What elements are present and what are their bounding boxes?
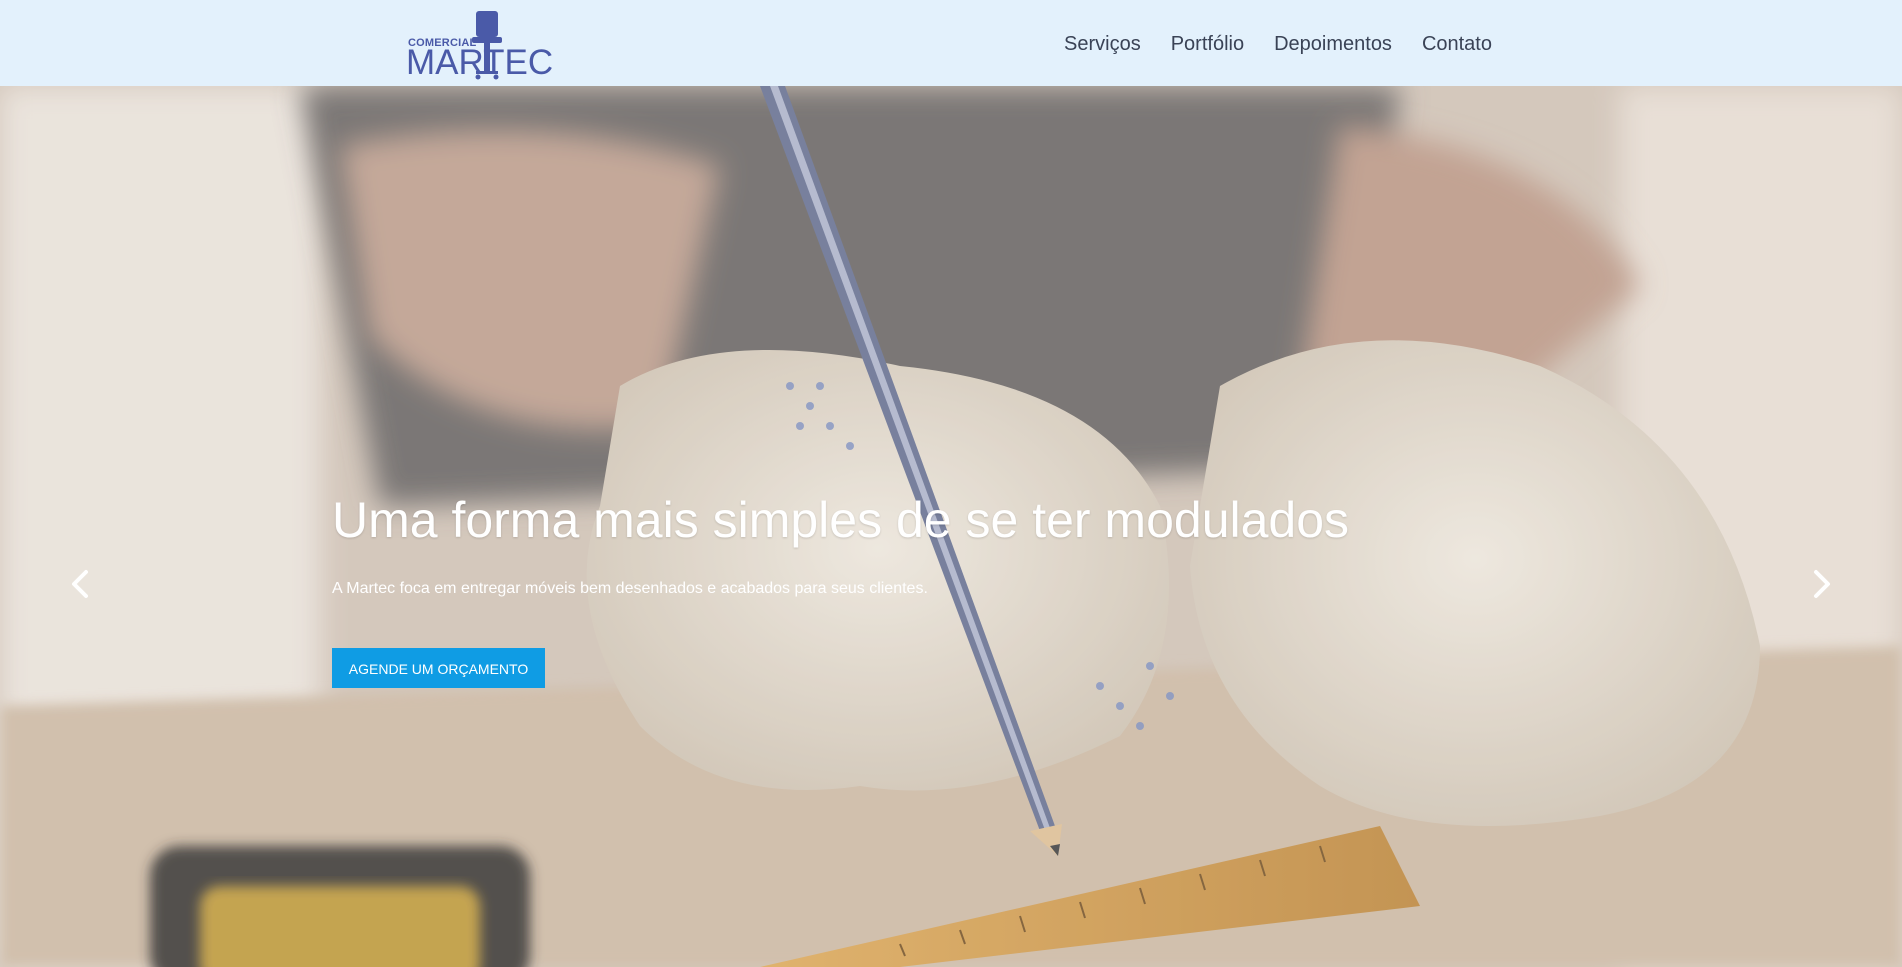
nav-link-servicos[interactable]: Serviços bbox=[1064, 30, 1141, 58]
chevron-left-icon bbox=[72, 570, 88, 598]
site-header: COMERCIAL MARTEC Serviços Portfólio Depo… bbox=[0, 0, 1902, 86]
schedule-quote-button[interactable]: AGENDE UM ORÇAMENTO bbox=[332, 648, 545, 688]
carousel-prev-button[interactable] bbox=[60, 564, 100, 604]
hero-carousel: Uma forma mais simples de se ter modulad… bbox=[0, 86, 1902, 967]
main-nav: Serviços Portfólio Depoimentos Contato bbox=[1064, 30, 1492, 58]
carousel-next-button[interactable] bbox=[1802, 564, 1842, 604]
hero-subtitle: A Martec foca em entregar móveis bem des… bbox=[332, 580, 928, 597]
page: COMERCIAL MARTEC Serviços Portfólio Depo… bbox=[0, 0, 1902, 967]
nav-link-contato[interactable]: Contato bbox=[1422, 30, 1492, 58]
logo[interactable]: COMERCIAL MARTEC bbox=[406, 9, 553, 82]
logo-big-text: MARTEC bbox=[406, 43, 554, 82]
nav-link-depoimentos[interactable]: Depoimentos bbox=[1274, 30, 1392, 58]
chevron-right-icon bbox=[1814, 570, 1830, 598]
hero-title: Uma forma mais simples de se ter modulad… bbox=[332, 492, 1350, 548]
nav-link-portfolio[interactable]: Portfólio bbox=[1171, 30, 1244, 58]
